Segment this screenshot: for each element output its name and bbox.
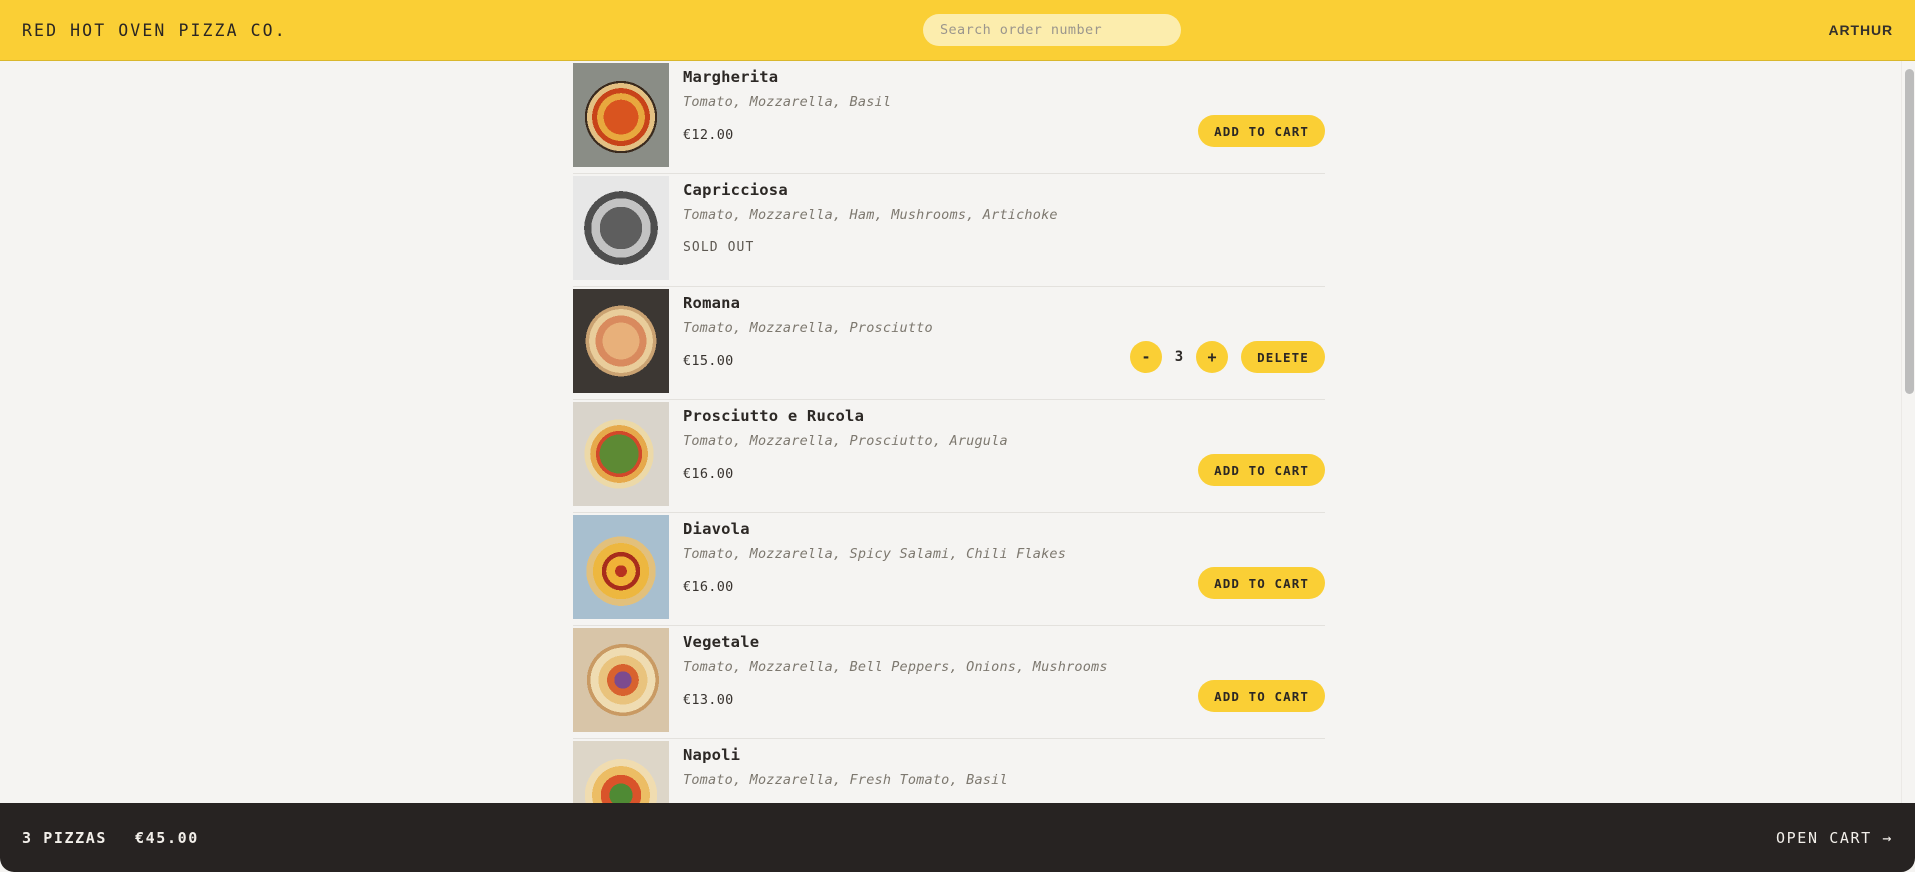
- pizza-description: Tomato, Mozzarella, Prosciutto, Arugula: [683, 433, 1008, 449]
- menu-row: Vegetale Tomato, Mozzarella, Bell Pepper…: [573, 626, 1325, 739]
- menu-row-body: Margherita Tomato, Mozzarella, Basil €12…: [669, 61, 1325, 174]
- pizza-thumbnail-capricciosa: [573, 176, 669, 280]
- pizza-price: €12.00: [683, 127, 734, 143]
- menu-row: Margherita Tomato, Mozzarella, Basil €12…: [573, 61, 1325, 174]
- menu-row-body: Vegetale Tomato, Mozzarella, Bell Pepper…: [669, 626, 1325, 739]
- pizza-description: Tomato, Mozzarella, Fresh Tomato, Basil: [683, 772, 1008, 788]
- menu-row: Napoli Tomato, Mozzarella, Fresh Tomato,…: [573, 739, 1325, 803]
- pizza-price: €15.00: [683, 353, 734, 369]
- menu-row-body: Diavola Tomato, Mozzarella, Spicy Salami…: [669, 513, 1325, 626]
- vertical-scrollbar-track[interactable]: [1901, 61, 1915, 803]
- pizza-name: Romana: [683, 294, 741, 312]
- menu-row: Prosciutto e Rucola Tomato, Mozzarella, …: [573, 400, 1325, 513]
- menu-row: Capricciosa Tomato, Mozzarella, Ham, Mus…: [573, 174, 1325, 287]
- cart-item-count: 3 PIZZAS: [22, 828, 108, 847]
- sold-out-badge: SOLD OUT: [683, 240, 755, 255]
- add-to-cart-button[interactable]: ADD TO CART: [1198, 115, 1325, 147]
- menu-row: Diavola Tomato, Mozzarella, Spicy Salami…: [573, 513, 1325, 626]
- vertical-scrollbar-thumb[interactable]: [1905, 69, 1914, 394]
- menu-row: Romana Tomato, Mozzarella, Prosciutto €1…: [573, 287, 1325, 400]
- cart-footer-bar: 3 PIZZAS €45.00 OPEN CART →: [0, 803, 1915, 872]
- add-to-cart-button[interactable]: ADD TO CART: [1198, 454, 1325, 486]
- add-to-cart-button[interactable]: ADD TO CART: [1198, 567, 1325, 599]
- pizza-thumbnail-napoli: [573, 741, 669, 803]
- menu-row-actions: ADD TO CART: [1198, 680, 1325, 712]
- quantity-value: 3: [1174, 349, 1184, 365]
- pizza-name: Vegetale: [683, 633, 760, 651]
- pizza-description: Tomato, Mozzarella, Bell Peppers, Onions…: [683, 659, 1108, 675]
- pizza-thumbnail-romana: [573, 289, 669, 393]
- open-cart-button[interactable]: OPEN CART →: [1776, 829, 1893, 847]
- decrement-quantity-button[interactable]: -: [1130, 341, 1162, 373]
- delete-item-button[interactable]: DELETE: [1241, 341, 1325, 373]
- pizza-thumbnail-margherita: [573, 63, 669, 167]
- menu-row-body: Capricciosa Tomato, Mozzarella, Ham, Mus…: [669, 174, 1325, 287]
- app-header: RED HOT OVEN PIZZA CO. ARTHUR: [0, 0, 1915, 61]
- pizza-description: Tomato, Mozzarella, Ham, Mushrooms, Arti…: [683, 207, 1058, 223]
- pizza-price: €16.00: [683, 579, 734, 595]
- pizza-description: Tomato, Mozzarella, Spicy Salami, Chili …: [683, 546, 1067, 562]
- menu-row-body: Romana Tomato, Mozzarella, Prosciutto €1…: [669, 287, 1325, 400]
- pizza-description: Tomato, Mozzarella, Basil: [683, 94, 892, 110]
- menu-list: Margherita Tomato, Mozzarella, Basil €12…: [573, 61, 1325, 803]
- menu-row-actions: ADD TO CART: [1198, 454, 1325, 486]
- pizza-price: €16.00: [683, 466, 734, 482]
- pizza-name: Capricciosa: [683, 181, 788, 199]
- menu-row-actions: - 3 + DELETE: [1130, 341, 1325, 373]
- pizza-price: €13.00: [683, 692, 734, 708]
- menu-row-body: Prosciutto e Rucola Tomato, Mozzarella, …: [669, 400, 1325, 513]
- add-to-cart-button[interactable]: ADD TO CART: [1198, 680, 1325, 712]
- search-field-wrapper: [923, 14, 1181, 46]
- brand-title: RED HOT OVEN PIZZA CO.: [22, 20, 287, 40]
- pizza-name: Diavola: [683, 520, 750, 538]
- quantity-stepper: - 3 +: [1130, 341, 1228, 373]
- pizza-name: Margherita: [683, 68, 779, 86]
- user-account-label[interactable]: ARTHUR: [1828, 22, 1893, 38]
- increment-quantity-button[interactable]: +: [1196, 341, 1228, 373]
- cart-total-price: €45.00: [135, 828, 199, 847]
- pizza-thumbnail-vegetale: [573, 628, 669, 732]
- pizza-thumbnail-diavola: [573, 515, 669, 619]
- menu-scroll-area[interactable]: Margherita Tomato, Mozzarella, Basil €12…: [0, 61, 1915, 803]
- pizza-description: Tomato, Mozzarella, Prosciutto: [683, 320, 933, 336]
- cart-summary: 3 PIZZAS €45.00: [22, 829, 199, 847]
- menu-row-body: Napoli Tomato, Mozzarella, Fresh Tomato,…: [669, 739, 1325, 803]
- search-input[interactable]: [923, 14, 1181, 46]
- menu-row-actions: ADD TO CART: [1198, 115, 1325, 147]
- pizza-thumbnail-prosciutto-e-rucola: [573, 402, 669, 506]
- pizza-name: Prosciutto e Rucola: [683, 407, 865, 425]
- menu-row-actions: ADD TO CART: [1198, 567, 1325, 599]
- pizza-name: Napoli: [683, 746, 741, 764]
